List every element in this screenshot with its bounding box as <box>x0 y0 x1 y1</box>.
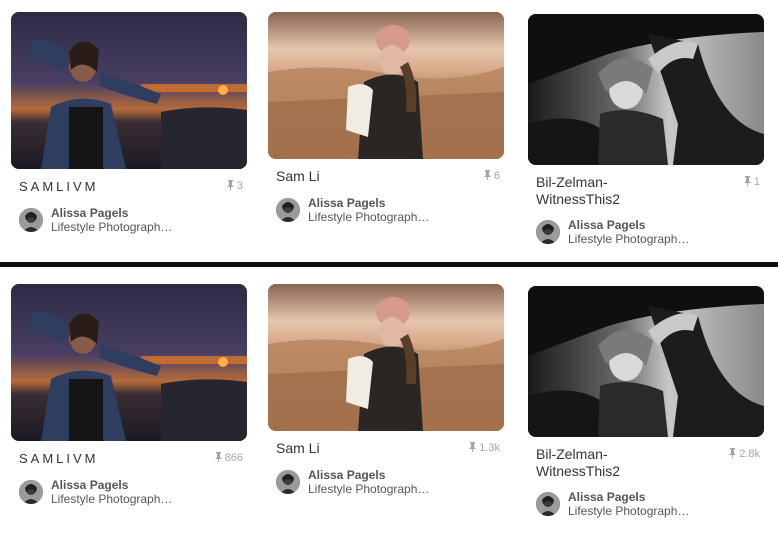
pin-author[interactable]: Alissa Pagels Lifestyle Photograph… <box>536 218 766 248</box>
author-avatar[interactable] <box>19 208 43 232</box>
pin-title[interactable]: Sam Li <box>276 440 320 457</box>
board-name[interactable]: Lifestyle Photograph… <box>568 232 689 246</box>
pin-icon <box>469 442 477 452</box>
pin-title[interactable]: Bil-Zelman-WitnessThis2 <box>536 446 686 480</box>
pin-icon <box>729 448 737 458</box>
save-count-value: 3 <box>236 180 243 192</box>
pin-author[interactable]: Alissa Pagels Lifestyle Photograph… <box>276 196 506 226</box>
woman-by-car-at-sunset-image[interactable] <box>11 12 247 169</box>
board-name[interactable]: Lifestyle Photograph… <box>308 210 429 224</box>
woman-in-car-window-bw-image[interactable] <box>528 14 764 165</box>
author-avatar[interactable] <box>536 220 560 244</box>
author-name[interactable]: Alissa Pagels <box>308 468 385 482</box>
save-count-value: 6 <box>493 170 500 182</box>
board-name[interactable]: Lifestyle Photograph… <box>51 220 172 234</box>
author-avatar[interactable] <box>276 470 300 494</box>
author-name[interactable]: Alissa Pagels <box>308 196 385 210</box>
board-name[interactable]: Lifestyle Photograph… <box>51 492 172 506</box>
pin-icon <box>226 180 234 190</box>
pin-section-1: SAMLIVM 3 Alissa Pagels Lifestyle Photog… <box>0 0 778 262</box>
woman-in-field-beanie-image[interactable] <box>268 12 504 159</box>
pin-title[interactable]: SAMLIVM <box>19 178 99 195</box>
board-name[interactable]: Lifestyle Photograph… <box>308 482 429 496</box>
pin-section-2: SAMLIVM 866 Alissa Pagels Lifestyle Phot… <box>0 272 778 534</box>
pin-title[interactable]: Bil-Zelman-WitnessThis2 <box>536 174 686 208</box>
save-count-value: 2.8k <box>739 448 760 460</box>
save-count: 1.3k <box>469 442 500 454</box>
pin-title[interactable]: SAMLIVM <box>19 450 99 467</box>
save-count: 2.8k <box>729 448 760 460</box>
author-name[interactable]: Alissa Pagels <box>51 478 128 492</box>
author-avatar[interactable] <box>536 492 560 516</box>
save-count: 866 <box>214 452 243 464</box>
section-divider <box>0 262 778 267</box>
pin-icon <box>743 176 751 186</box>
pin-author[interactable]: Alissa Pagels Lifestyle Photograph… <box>19 206 249 236</box>
save-count: 3 <box>226 180 243 192</box>
pin-icon <box>214 452 222 462</box>
author-name[interactable]: Alissa Pagels <box>51 206 128 220</box>
author-name[interactable]: Alissa Pagels <box>568 218 645 232</box>
save-count-value: 1.3k <box>479 442 500 454</box>
board-name[interactable]: Lifestyle Photograph… <box>568 504 689 518</box>
pin-author[interactable]: Alissa Pagels Lifestyle Photograph… <box>276 468 506 498</box>
save-count: 1 <box>743 176 760 188</box>
save-count: 6 <box>483 170 500 182</box>
woman-in-car-window-bw-image[interactable] <box>528 286 764 437</box>
author-avatar[interactable] <box>19 480 43 504</box>
author-name[interactable]: Alissa Pagels <box>568 490 645 504</box>
author-avatar[interactable] <box>276 198 300 222</box>
pin-author[interactable]: Alissa Pagels Lifestyle Photograph… <box>19 478 249 508</box>
woman-in-field-beanie-image[interactable] <box>268 284 504 431</box>
pin-author[interactable]: Alissa Pagels Lifestyle Photograph… <box>536 490 766 520</box>
pin-icon <box>483 170 491 180</box>
save-count-value: 1 <box>753 176 760 188</box>
save-count-value: 866 <box>224 452 243 464</box>
woman-by-car-at-sunset-image[interactable] <box>11 284 247 441</box>
pin-title[interactable]: Sam Li <box>276 168 320 185</box>
